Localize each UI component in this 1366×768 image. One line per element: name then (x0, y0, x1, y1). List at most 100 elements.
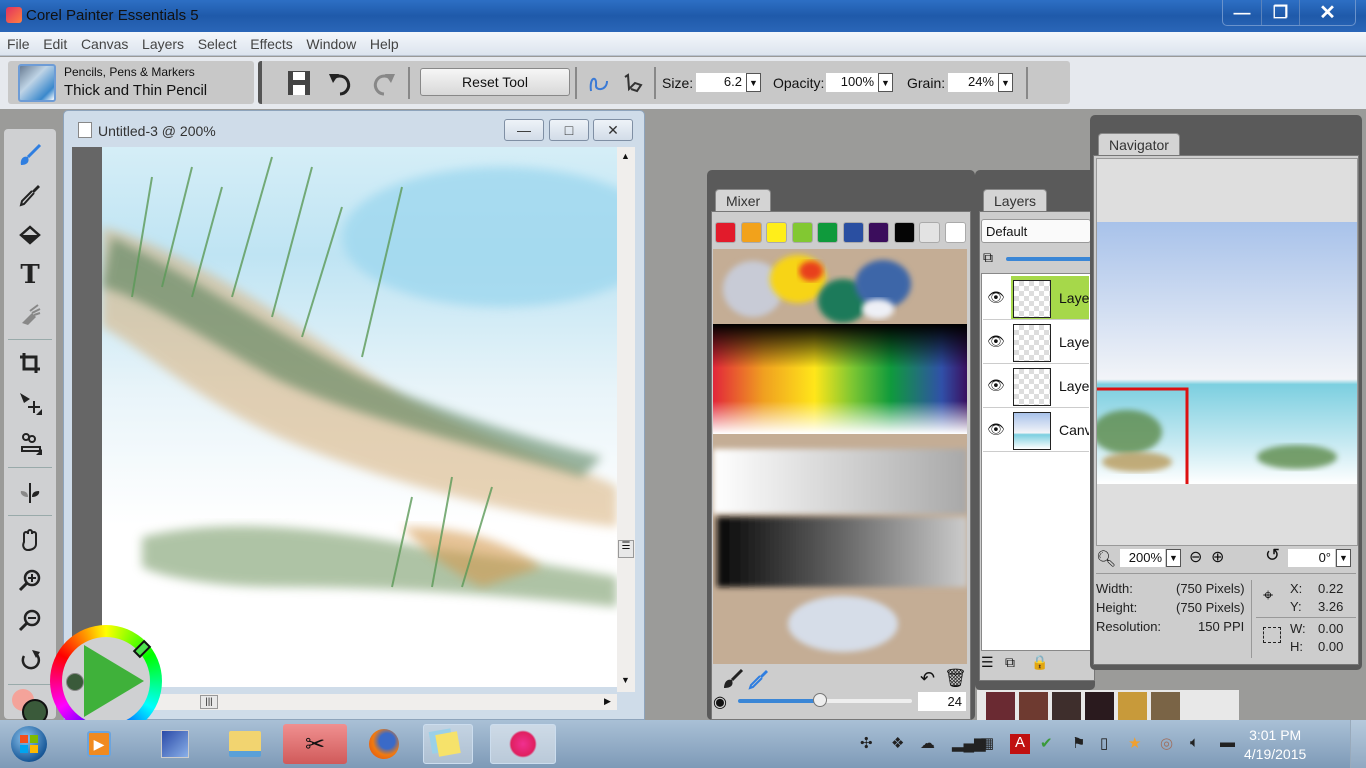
navigator-zoom-in-icon[interactable]: ⊕ (1211, 547, 1224, 567)
visibility-eye-icon[interactable]: 👁 (987, 289, 1005, 306)
save-icon[interactable] (284, 68, 314, 98)
menu-window[interactable]: Window (301, 32, 361, 52)
brush-category-icon[interactable] (18, 64, 56, 102)
magnifier-tool-icon[interactable] (16, 566, 44, 594)
color-set-swatch[interactable] (1019, 692, 1048, 720)
mixer-trash-icon[interactable]: 🗑 (944, 668, 967, 689)
navigator-preview[interactable] (1096, 158, 1358, 546)
color-set-swatch[interactable] (1151, 692, 1180, 720)
menu-file[interactable]: File (0, 32, 35, 52)
close-button[interactable]: ✕ (1299, 0, 1355, 25)
mixer-swatch[interactable] (842, 222, 864, 243)
opacity-input[interactable]: 100% (826, 73, 878, 92)
dropper-tool-icon[interactable] (16, 181, 44, 209)
menu-effects[interactable]: Effects (245, 32, 298, 52)
scroll-up-icon[interactable]: ▲ (621, 151, 630, 161)
taskbar-firefox[interactable] (355, 724, 413, 764)
show-desktop-button[interactable] (1350, 720, 1366, 768)
mixer-pad[interactable] (713, 249, 967, 664)
grain-input[interactable]: 24% (948, 73, 998, 92)
color-set-swatch[interactable] (986, 692, 1015, 720)
taskbar-corel-painter[interactable] (490, 724, 556, 764)
mixer-reset-icon[interactable]: ↶ (920, 668, 935, 689)
crop-tool-icon[interactable] (16, 349, 44, 377)
horizontal-scroll-thumb[interactable]: ||| (200, 695, 218, 709)
zoom-out-tool-icon[interactable] (16, 606, 44, 634)
saturation-value-triangle[interactable] (84, 645, 144, 717)
opacity-dropdown-icon[interactable]: ▼ (878, 73, 893, 92)
vertical-scroll-thumb[interactable]: ☰ (618, 540, 634, 558)
mixer-brush-size-slider[interactable] (738, 693, 912, 707)
visibility-eye-icon[interactable]: 👁 (987, 421, 1005, 438)
grain-dropdown-icon[interactable]: ▼ (998, 73, 1013, 92)
visibility-eye-icon[interactable]: 👁 (987, 377, 1005, 394)
system-clock[interactable]: 3:01 PM 4/19/2015 (1244, 726, 1306, 764)
visibility-eye-icon[interactable]: 👁 (987, 333, 1005, 350)
brush-selector[interactable]: Pencils, Pens & Markers Thick and Thin P… (8, 61, 254, 104)
color-set-swatch[interactable] (1052, 692, 1081, 720)
size-dropdown-icon[interactable]: ▼ (746, 73, 761, 92)
vertical-scrollbar[interactable]: ▲ ☰ ▼ (617, 147, 635, 692)
layer-row[interactable]: 👁 Layer 2 (983, 320, 1089, 364)
tab-navigator[interactable]: Navigator (1098, 133, 1180, 155)
tray-star-icon[interactable]: ★ (1128, 734, 1141, 752)
taskbar-system-info[interactable] (146, 724, 204, 764)
reset-tool-button[interactable]: Reset Tool (420, 68, 570, 96)
tray-adobe-icon[interactable]: A (1010, 734, 1030, 754)
taskbar-file-explorer[interactable] (216, 724, 274, 764)
size-input[interactable]: 6.2 (696, 73, 746, 92)
painting-canvas[interactable] (102, 147, 617, 687)
mixer-swatch[interactable] (766, 222, 787, 243)
menu-layers[interactable]: Layers (137, 32, 189, 52)
layer-row[interactable]: 👁 Canvas (983, 408, 1089, 452)
navigator-zoom-input[interactable]: 200% (1120, 549, 1165, 567)
navigator-zoom-out-icon[interactable]: ⊖ (1189, 547, 1202, 567)
taskbar-media-player[interactable]: ▶ (70, 724, 128, 764)
scroll-right-icon[interactable]: ▶ (604, 696, 611, 707)
brush-tool-icon[interactable] (16, 141, 44, 169)
freehand-stroke-icon[interactable] (584, 68, 614, 98)
eraser-tool-icon[interactable] (16, 301, 44, 329)
tray-photos-icon[interactable]: ▦ (980, 734, 994, 752)
tray-cloud-icon[interactable]: ☁ (920, 734, 935, 752)
mixer-swatch[interactable] (791, 222, 813, 243)
layer-opacity-slider[interactable] (1006, 257, 1096, 261)
taskbar-snipping-tool[interactable]: ✂ (283, 724, 347, 764)
transform-tool-icon[interactable] (16, 389, 44, 417)
tab-layers[interactable]: Layers (983, 189, 1048, 211)
composite-method-dropdown[interactable]: Default (981, 219, 1091, 243)
color-set-swatch[interactable] (1085, 692, 1114, 720)
rotate-canvas-icon[interactable]: ↺ (1265, 545, 1280, 566)
grabber-tool-icon[interactable] (16, 526, 44, 554)
slider-thumb[interactable] (812, 693, 827, 707)
doc-close-button[interactable]: ✕ (593, 119, 633, 141)
start-button[interactable] (6, 724, 52, 764)
menu-canvas[interactable]: Canvas (76, 32, 133, 52)
tray-check-icon[interactable]: ✔ (1040, 734, 1053, 752)
layer-row[interactable]: 👁 Layer 1 (983, 364, 1089, 408)
undo-icon[interactable] (326, 68, 356, 98)
menu-help[interactable]: Help (365, 32, 404, 52)
lock-layer-icon[interactable]: 🔒 (1031, 654, 1048, 671)
mirror-tool-icon[interactable] (16, 479, 44, 507)
tray-display-icon[interactable]: ▬ (1220, 734, 1235, 751)
mixer-swatch[interactable] (893, 222, 915, 243)
shape-selection-tool-icon[interactable] (16, 429, 44, 457)
tray-flag-icon[interactable]: ⚑ (1072, 734, 1085, 752)
mixer-dropper-icon[interactable] (748, 668, 770, 693)
restore-button[interactable]: ❐ (1261, 0, 1299, 25)
text-tool-icon[interactable]: T (16, 260, 44, 290)
straight-line-stroke-icon[interactable] (618, 68, 648, 98)
minimize-button[interactable]: — (1223, 0, 1261, 25)
rotate-page-tool-icon[interactable] (16, 646, 44, 674)
tray-dropbox-icon[interactable]: ❖ (891, 734, 904, 752)
color-set-swatch[interactable] (1118, 692, 1147, 720)
zoom-dropdown-icon[interactable]: ▼ (1166, 549, 1181, 567)
menu-select[interactable]: Select (193, 32, 242, 52)
mixer-apply-color-icon[interactable] (722, 668, 744, 695)
mixer-swatch[interactable] (944, 222, 966, 243)
redo-icon[interactable] (368, 68, 398, 98)
mixer-swatch[interactable] (740, 222, 762, 243)
doc-maximize-button[interactable]: □ (549, 119, 589, 141)
rotation-input[interactable]: 0° (1288, 549, 1335, 567)
